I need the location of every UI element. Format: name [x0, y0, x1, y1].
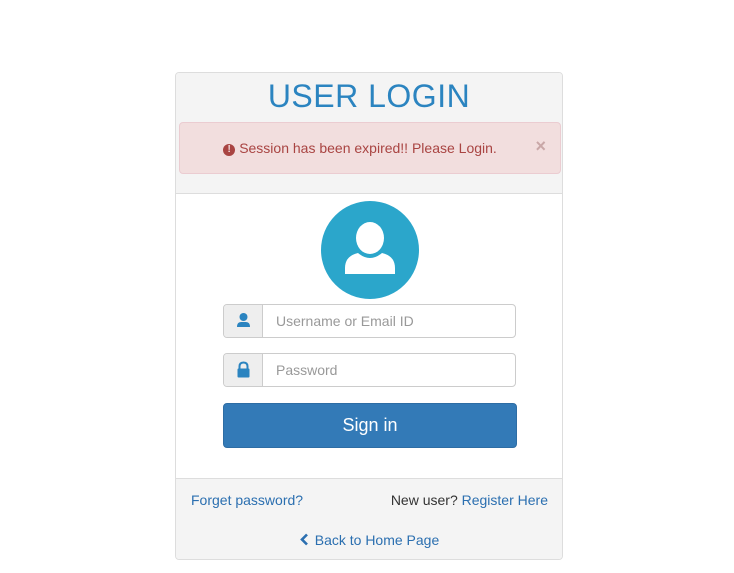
alert-close-button[interactable]: × — [535, 136, 546, 156]
exclamation-circle-icon: ! — [223, 144, 236, 156]
password-input[interactable] — [264, 354, 514, 386]
sign-in-button[interactable]: Sign in — [223, 403, 517, 448]
username-field — [223, 304, 516, 338]
alert-message: Session has been expired!! Please Login. — [239, 140, 497, 156]
session-expired-alert: ! Session has been expired!! Please Login… — [179, 122, 561, 174]
back-to-home-link[interactable]: Back to Home Page — [315, 532, 440, 548]
lock-icon — [224, 354, 263, 386]
back-to-home-row: Back to Home Page — [176, 532, 562, 551]
user-avatar-icon — [321, 201, 419, 299]
login-panel-footer: Forget password? New user? Register Here… — [176, 478, 562, 559]
password-field — [223, 353, 516, 387]
alert-message-row: ! Session has been expired!! Please Login… — [180, 140, 540, 156]
new-user-text: New user? — [390, 492, 458, 508]
register-link[interactable]: Register Here — [462, 492, 548, 508]
page-title: USER LOGIN — [267, 78, 471, 114]
user-icon — [224, 305, 263, 337]
forgot-password-link[interactable]: Forget password? — [191, 492, 303, 508]
login-panel: USER LOGIN ! Session has been expired!! P… — [175, 72, 563, 560]
chevron-left-icon — [299, 533, 309, 551]
username-input[interactable] — [264, 305, 514, 337]
new-user-prompt: New user? Register Here — [391, 492, 548, 508]
login-panel-header: USER LOGIN ! Session has been expired!! P… — [176, 73, 562, 194]
